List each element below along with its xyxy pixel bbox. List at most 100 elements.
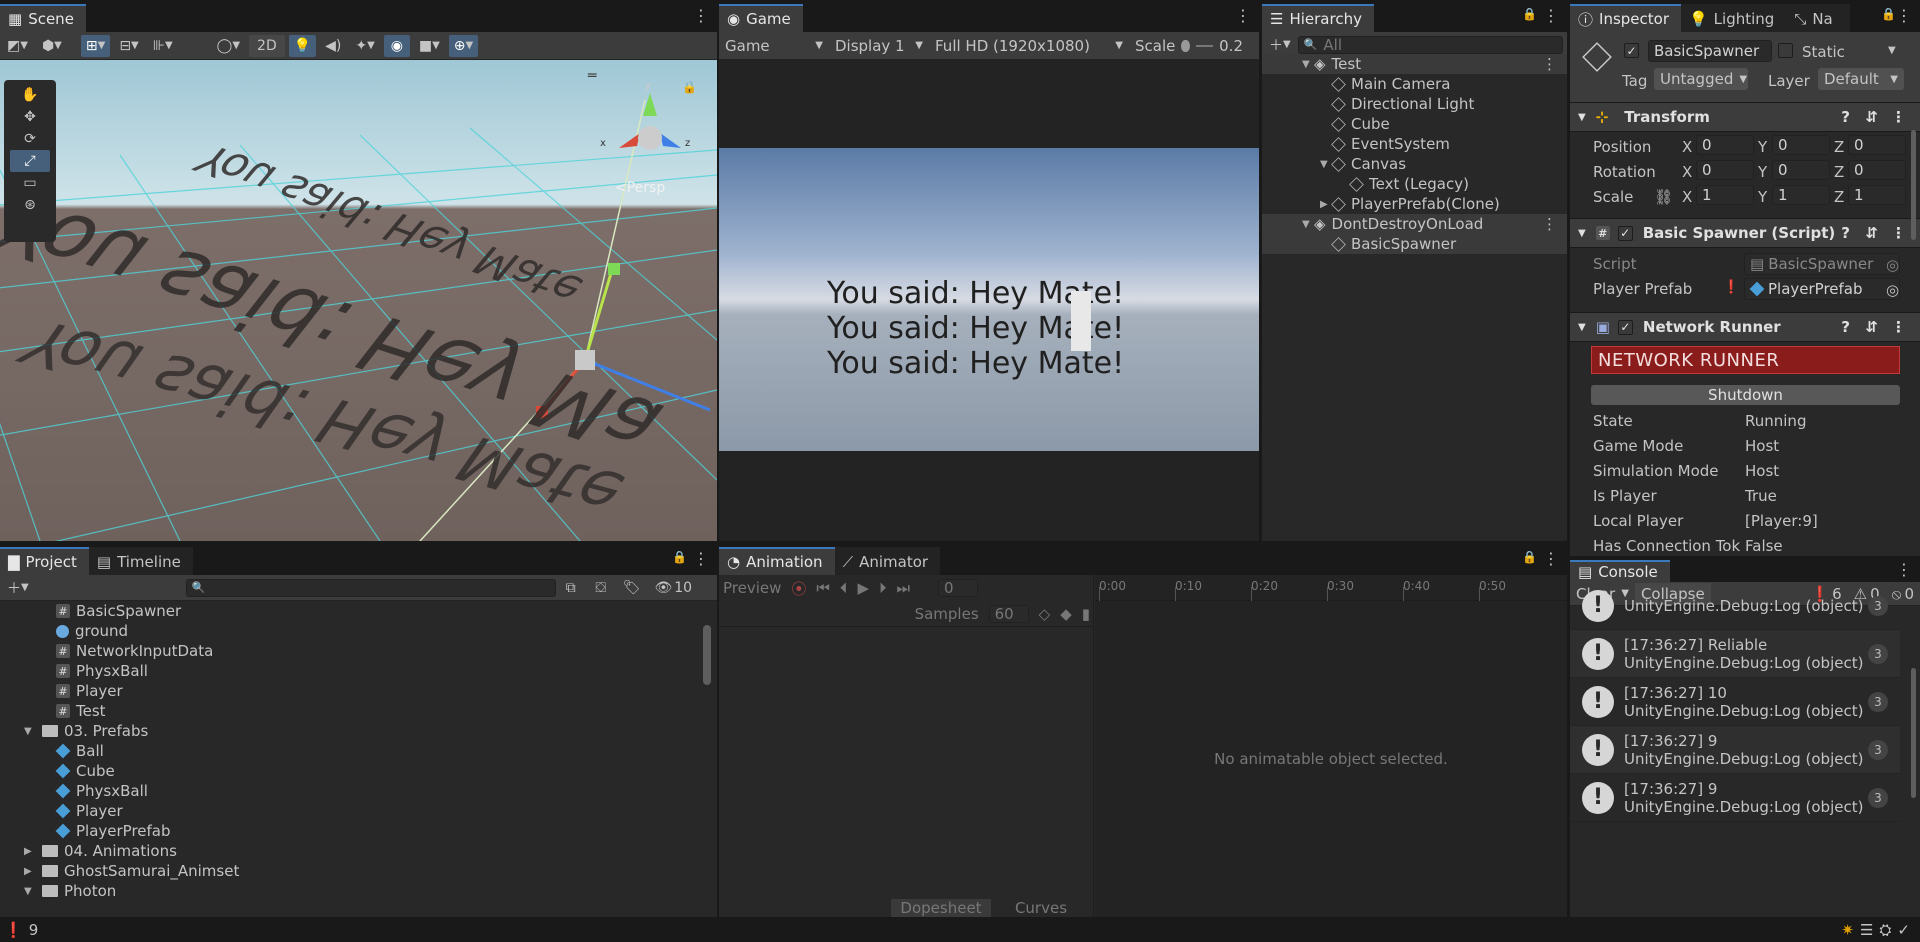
toggle-2d-button[interactable]: 2D bbox=[249, 34, 285, 57]
gizmos-icon[interactable]: ⊕ ▼ bbox=[448, 34, 479, 57]
inspector-scrollbar[interactable] bbox=[1911, 130, 1916, 240]
component-enabled-checkbox[interactable]: ✓ bbox=[1617, 225, 1633, 241]
gizmo-lock-icon[interactable]: 🔒 bbox=[682, 80, 697, 94]
component-enabled-checkbox[interactable]: ✓ bbox=[1617, 319, 1633, 335]
hierarchy-item[interactable]: ▼ ◈ DontDestroyOnLoad ⋮ bbox=[1262, 214, 1567, 234]
hierarchy-item[interactable]: Main Camera bbox=[1262, 74, 1567, 94]
auto-generate-icon[interactable]: ✓ bbox=[1897, 921, 1910, 939]
dopesheet-tab[interactable]: Dopesheet bbox=[891, 899, 991, 917]
scale-x-field[interactable]: 1 bbox=[1696, 185, 1754, 205]
tab-console[interactable]: ▤ Console bbox=[1570, 560, 1670, 582]
expand-arrow-icon[interactable]: ▼ bbox=[24, 886, 36, 897]
view-tool-icon[interactable]: ✋ bbox=[10, 84, 50, 106]
add-keyframe-icon[interactable]: ◇ bbox=[1039, 605, 1051, 623]
hierarchy-item[interactable]: Cube bbox=[1262, 114, 1567, 134]
component-menu-icon[interactable]: ⋮ bbox=[1891, 108, 1906, 126]
draw-mode-icon[interactable]: ◩ ▼ bbox=[2, 35, 33, 57]
preset-icon[interactable]: ⇵ bbox=[1865, 224, 1878, 242]
project-item[interactable]: PhysxBall bbox=[55, 781, 148, 801]
kebab-menu-icon[interactable]: ⋮ bbox=[693, 549, 709, 568]
console-entry[interactable]: ! UnityEngine.Debug:Log (object) 3 bbox=[1570, 582, 1900, 630]
lighting-bake-icon[interactable]: ✷ bbox=[1841, 921, 1854, 939]
component-menu-icon[interactable]: ⋮ bbox=[1891, 318, 1906, 336]
hierarchy-item[interactable]: Directional Light bbox=[1262, 94, 1567, 114]
camera-icon[interactable]: ■ ▼ bbox=[414, 35, 445, 57]
overlay-menu-icon[interactable]: ═ bbox=[588, 68, 596, 84]
tab-navigation[interactable]: ⤡ Na bbox=[1786, 4, 1850, 32]
project-item[interactable]: # Test bbox=[56, 701, 106, 721]
search-by-type-icon[interactable]: ⧉ bbox=[558, 577, 584, 599]
project-item[interactable]: Player bbox=[55, 801, 123, 821]
lock-icon[interactable]: 🔒 bbox=[1522, 7, 1537, 21]
object-name-field[interactable]: BasicSpawner bbox=[1648, 40, 1772, 62]
kebab-menu-icon[interactable]: ⋮ bbox=[693, 6, 709, 25]
project-item[interactable]: # NetworkInputData bbox=[56, 641, 213, 661]
add-event-icon[interactable]: ◆ bbox=[1060, 605, 1072, 623]
samples-field[interactable]: 60 bbox=[988, 604, 1029, 623]
tab-timeline[interactable]: ▤ Timeline bbox=[88, 547, 193, 575]
layer-dropdown[interactable]: Default ▼ bbox=[1818, 68, 1904, 90]
hidden-packages-icon[interactable]: 👁 10 bbox=[649, 577, 697, 599]
shading-icon[interactable]: ◯ ▼ bbox=[212, 35, 245, 57]
timeline-area[interactable]: 0:00 0:10 0:20 0:30 0:40 0:50 No animatable o… bbox=[1095, 575, 1567, 917]
transform-tool-icon[interactable]: ⊛ bbox=[10, 194, 50, 216]
project-item[interactable]: ▼ 03. Prefabs bbox=[24, 721, 148, 741]
kebab-menu-icon[interactable]: ⋮ bbox=[1235, 6, 1251, 25]
preset-icon[interactable]: ⇵ bbox=[1865, 108, 1878, 126]
game-view-dropdown[interactable]: Game ▼ bbox=[719, 35, 829, 57]
first-key-icon[interactable]: ⏮ bbox=[816, 579, 830, 597]
kebab-menu-icon[interactable]: ⋮ bbox=[1542, 215, 1557, 233]
tab-scene[interactable]: ▦ Scene bbox=[0, 4, 86, 32]
grid-icon[interactable]: ⊟ ▼ bbox=[114, 35, 143, 57]
collapse-arrow-icon[interactable]: ▶ bbox=[24, 846, 36, 857]
constrain-proportions-icon[interactable]: ⛓ bbox=[1654, 188, 1673, 206]
persp-label[interactable]: <Persp bbox=[615, 180, 665, 196]
scene-visibility-icon[interactable]: ◉ bbox=[383, 34, 410, 57]
hierarchy-item[interactable]: ▼ Canvas bbox=[1262, 154, 1567, 174]
hierarchy-search-input[interactable]: 🔍 All bbox=[1297, 35, 1563, 54]
rotation-z-field[interactable]: 0 bbox=[1848, 160, 1906, 180]
active-checkbox[interactable]: ✓ bbox=[1624, 43, 1639, 58]
object-picker-icon[interactable]: ◎ bbox=[1886, 256, 1899, 274]
tag-dropdown[interactable]: Untagged ▼ bbox=[1654, 68, 1748, 90]
static-caret-icon[interactable]: ▼ bbox=[1888, 45, 1896, 56]
console-entry[interactable]: ! [17:36:27] 9 UnityEngine.Debug:Log (obje… bbox=[1570, 774, 1900, 822]
rotate-tool-icon[interactable]: ⟳ bbox=[10, 128, 50, 150]
project-item[interactable]: PlayerPrefab bbox=[55, 821, 171, 841]
tab-inspector[interactable]: ⓘ Inspector bbox=[1570, 4, 1681, 32]
rect-tool-icon[interactable]: ▭ bbox=[10, 172, 50, 194]
console-entry[interactable]: ! [17:36:27] 9 UnityEngine.Debug:Log (obje… bbox=[1570, 726, 1900, 774]
object-picker-icon[interactable]: ◎ bbox=[1886, 281, 1899, 299]
debug-mode-icon[interactable]: ⛭ bbox=[1879, 921, 1891, 939]
tab-project[interactable]: ▇ Project bbox=[0, 547, 89, 575]
curves-tab[interactable]: Curves bbox=[991, 899, 1091, 917]
add-marker-icon[interactable]: ▮ bbox=[1082, 605, 1090, 623]
project-item[interactable]: Cube bbox=[55, 761, 115, 781]
kebab-menu-icon[interactable]: ⋮ bbox=[1896, 6, 1912, 25]
move-tool-icon[interactable]: ✥ bbox=[10, 106, 50, 128]
effects-icon[interactable]: ✦ ▼ bbox=[350, 35, 379, 57]
kebab-menu-icon[interactable]: ⋮ bbox=[1543, 549, 1559, 568]
help-icon[interactable]: ? bbox=[1841, 224, 1850, 242]
project-item[interactable]: ▶ 04. Animations bbox=[24, 841, 177, 861]
preview-button[interactable]: Preview bbox=[723, 579, 781, 597]
position-z-field[interactable]: 0 bbox=[1848, 135, 1906, 155]
status-message[interactable]: 9 bbox=[29, 921, 39, 939]
frame-field[interactable]: 0 bbox=[938, 579, 979, 597]
component-menu-icon[interactable]: ⋮ bbox=[1891, 224, 1906, 242]
audio-toggle-icon[interactable]: ◀) bbox=[320, 35, 346, 57]
expand-arrow-icon[interactable]: ▼ bbox=[1302, 219, 1314, 230]
kebab-menu-icon[interactable]: ⋮ bbox=[1896, 560, 1912, 579]
kebab-menu-icon[interactable]: ⋮ bbox=[1542, 55, 1557, 73]
position-y-field[interactable]: 0 bbox=[1772, 135, 1830, 155]
cache-server-icon[interactable]: ☰ bbox=[1860, 921, 1873, 939]
grid-snap-icon[interactable]: ⊞ ▼ bbox=[80, 34, 111, 57]
basic-spawner-header[interactable]: ▼ # ✓ Basic Spawner (Script) ? ⇵ ⋮ bbox=[1570, 218, 1920, 248]
hierarchy-item[interactable]: Text (Legacy) bbox=[1262, 174, 1567, 194]
record-icon[interactable]: ⦿ bbox=[791, 578, 806, 599]
position-x-field[interactable]: 0 bbox=[1696, 135, 1754, 155]
console-entry[interactable]: ! [17:36:27] Reliable UnityEngine.Debug:Lo… bbox=[1570, 630, 1900, 678]
tab-game[interactable]: ◉ Game bbox=[719, 4, 803, 32]
next-key-icon[interactable]: ⏵ bbox=[879, 579, 887, 597]
help-icon[interactable]: ? bbox=[1841, 318, 1850, 336]
